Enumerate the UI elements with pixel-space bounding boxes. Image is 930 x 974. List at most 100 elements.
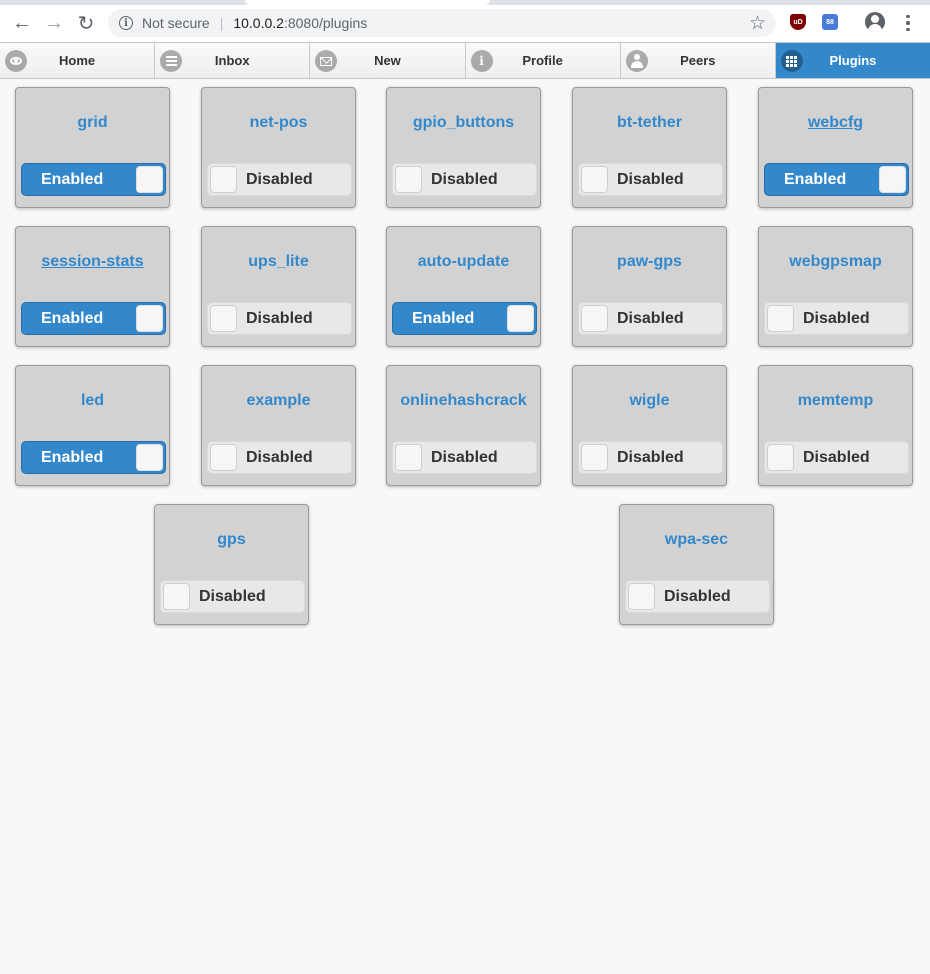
plugin-card: auto-update Enabled: [386, 226, 541, 347]
plugin-name-link[interactable]: net-pos: [202, 114, 355, 132]
plugin-card: example Disabled: [201, 365, 356, 486]
plugin-toggle-label: Disabled: [617, 448, 684, 466]
bookmark-star-icon[interactable]: ☆: [749, 12, 766, 35]
toggle-knob[interactable]: [136, 305, 163, 332]
nav-profile[interactable]: i Profile: [465, 43, 621, 78]
plugin-name-link[interactable]: webcfg: [759, 114, 912, 132]
nav-plugins[interactable]: Plugins: [775, 43, 930, 78]
plugin-toggle-switch[interactable]: Disabled: [392, 163, 537, 196]
toggle-knob[interactable]: [210, 444, 237, 471]
toggle-knob[interactable]: [767, 305, 794, 332]
omnibox-divider: |: [219, 15, 224, 31]
grid-icon: [780, 50, 803, 72]
nav-peers[interactable]: Peers: [620, 43, 776, 78]
plugin-toggle-switch[interactable]: Enabled: [21, 441, 166, 474]
plugin-name-link[interactable]: memtemp: [759, 392, 912, 410]
plugin-name-link[interactable]: ups_lite: [202, 253, 355, 271]
toggle-knob[interactable]: [628, 583, 655, 610]
browser-toolbar: ← → ↻ i Not secure | 10.0.0.2:8080/plugi…: [0, 5, 930, 42]
url-path: :8080/plugins: [283, 15, 368, 31]
plugin-name-link[interactable]: onlinehashcrack: [387, 392, 540, 410]
plugin-name-link[interactable]: bt-tether: [573, 114, 726, 132]
plugin-card: net-pos Disabled: [201, 87, 356, 208]
plugin-name-link[interactable]: led: [16, 392, 169, 410]
toggle-knob[interactable]: [395, 444, 422, 471]
plugin-toggle-label: Disabled: [246, 170, 313, 188]
nav-home[interactable]: Home: [0, 43, 156, 78]
plugin-card: grid Enabled: [15, 87, 170, 208]
toggle-knob[interactable]: [210, 305, 237, 332]
nav-home-label: Home: [59, 53, 96, 68]
plugin-toggle-switch[interactable]: Disabled: [578, 163, 723, 196]
toggle-knob[interactable]: [210, 166, 237, 193]
plugin-card: ups_lite Disabled: [201, 226, 356, 347]
forward-icon[interactable]: →: [40, 9, 68, 37]
security-label: Not secure: [142, 15, 210, 31]
plugin-name-link[interactable]: gps: [155, 531, 308, 549]
plugin-card: webcfg Enabled: [758, 87, 913, 208]
toggle-knob[interactable]: [507, 305, 534, 332]
plugin-name-link[interactable]: gpio_buttons: [387, 114, 540, 132]
plugin-toggle-switch[interactable]: Enabled: [21, 302, 166, 335]
plugin-toggle-label: Disabled: [246, 309, 313, 327]
address-bar[interactable]: i Not secure | 10.0.0.2:8080/plugins ☆: [108, 9, 776, 37]
toggle-knob[interactable]: [767, 444, 794, 471]
plugin-toggle-switch[interactable]: Disabled: [625, 580, 770, 613]
plugin-toggle-switch[interactable]: Disabled: [764, 302, 909, 335]
plugin-toggle-switch[interactable]: Disabled: [207, 163, 352, 196]
plugin-toggle-label: Disabled: [803, 448, 870, 466]
plugin-toggle-switch[interactable]: Disabled: [578, 302, 723, 335]
plugin-name-link[interactable]: session-stats: [16, 253, 169, 271]
plugin-toggle-label: Disabled: [664, 587, 731, 605]
plugin-toggle-switch[interactable]: Enabled: [21, 163, 166, 196]
plugin-card: gps Disabled: [154, 504, 309, 625]
plugin-name-link[interactable]: grid: [16, 114, 169, 132]
plugin-card: session-stats Enabled: [15, 226, 170, 347]
profile-avatar-icon[interactable]: [865, 12, 885, 32]
plugin-toggle-switch[interactable]: Enabled: [392, 302, 537, 335]
nav-plugins-label: Plugins: [829, 53, 877, 68]
plugin-toggle-label: Disabled: [431, 170, 498, 188]
plugin-name-link[interactable]: webgpsmap: [759, 253, 912, 271]
nav-profile-label: Profile: [522, 53, 563, 68]
plugin-toggle-label: Disabled: [617, 170, 684, 188]
plugin-name-link[interactable]: wigle: [573, 392, 726, 410]
toggle-knob[interactable]: [581, 305, 608, 332]
plugin-card: gpio_buttons Disabled: [386, 87, 541, 208]
toggle-knob[interactable]: [136, 444, 163, 471]
plugin-toggle-switch[interactable]: Disabled: [207, 441, 352, 474]
toggle-knob[interactable]: [163, 583, 190, 610]
plugin-toggle-switch[interactable]: Disabled: [578, 441, 723, 474]
nav-new[interactable]: New: [310, 43, 466, 78]
plugin-name-link[interactable]: auto-update: [387, 253, 540, 271]
plugin-name-link[interactable]: paw-gps: [573, 253, 726, 271]
ublock-extension-icon[interactable]: uD: [790, 14, 806, 30]
mail-icon: [315, 50, 338, 72]
back-icon[interactable]: ←: [8, 9, 36, 37]
plugin-card: webgpsmap Disabled: [758, 226, 913, 347]
toggle-knob[interactable]: [879, 166, 906, 193]
plugin-name-link[interactable]: example: [202, 392, 355, 410]
toggle-knob[interactable]: [581, 166, 608, 193]
plugin-toggle-switch[interactable]: Disabled: [160, 580, 305, 613]
toggle-knob[interactable]: [581, 444, 608, 471]
plugin-toggle-label: Disabled: [431, 448, 498, 466]
plugin-toggle-label: Enabled: [41, 170, 104, 188]
plugin-name-link[interactable]: wpa-sec: [620, 531, 773, 549]
plugin-toggle-label: Disabled: [617, 309, 684, 327]
plugin-card: led Enabled: [15, 365, 170, 486]
browser-menu-icon[interactable]: [898, 11, 918, 35]
list-icon: [160, 50, 183, 72]
plugin-toggle-switch[interactable]: Disabled: [207, 302, 352, 335]
plugin-toggle-switch[interactable]: Disabled: [392, 441, 537, 474]
toggle-knob[interactable]: [136, 166, 163, 193]
info-icon[interactable]: i: [119, 16, 133, 30]
plugin-card: wigle Disabled: [572, 365, 727, 486]
extension-icon[interactable]: 88: [822, 14, 838, 30]
plugin-toggle-label: Enabled: [412, 309, 475, 327]
plugin-toggle-switch[interactable]: Enabled: [764, 163, 909, 196]
toggle-knob[interactable]: [395, 166, 422, 193]
plugin-toggle-switch[interactable]: Disabled: [764, 441, 909, 474]
nav-inbox[interactable]: Inbox: [155, 43, 311, 78]
reload-icon[interactable]: ↻: [72, 9, 100, 37]
